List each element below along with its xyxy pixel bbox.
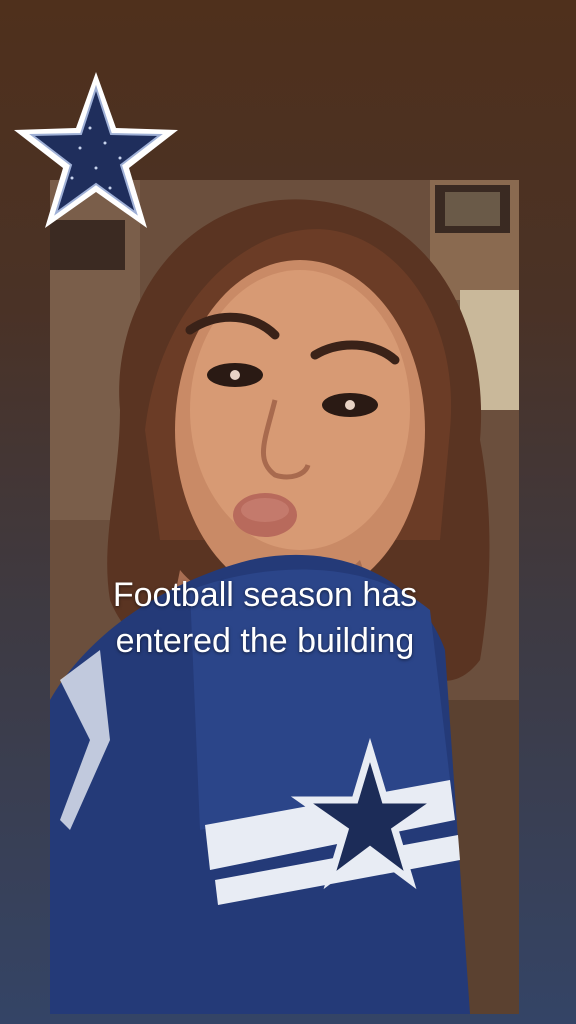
caption-text: Football season has entered the building [112,576,418,660]
dallas-star-icon [14,72,178,228]
